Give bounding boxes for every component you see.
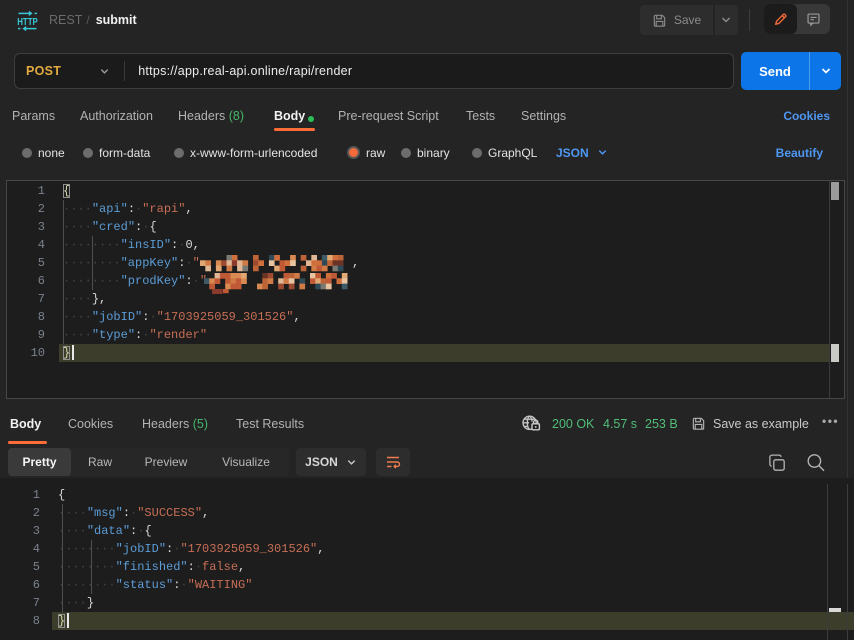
svg-text:HTTP: HTTP xyxy=(17,17,38,28)
